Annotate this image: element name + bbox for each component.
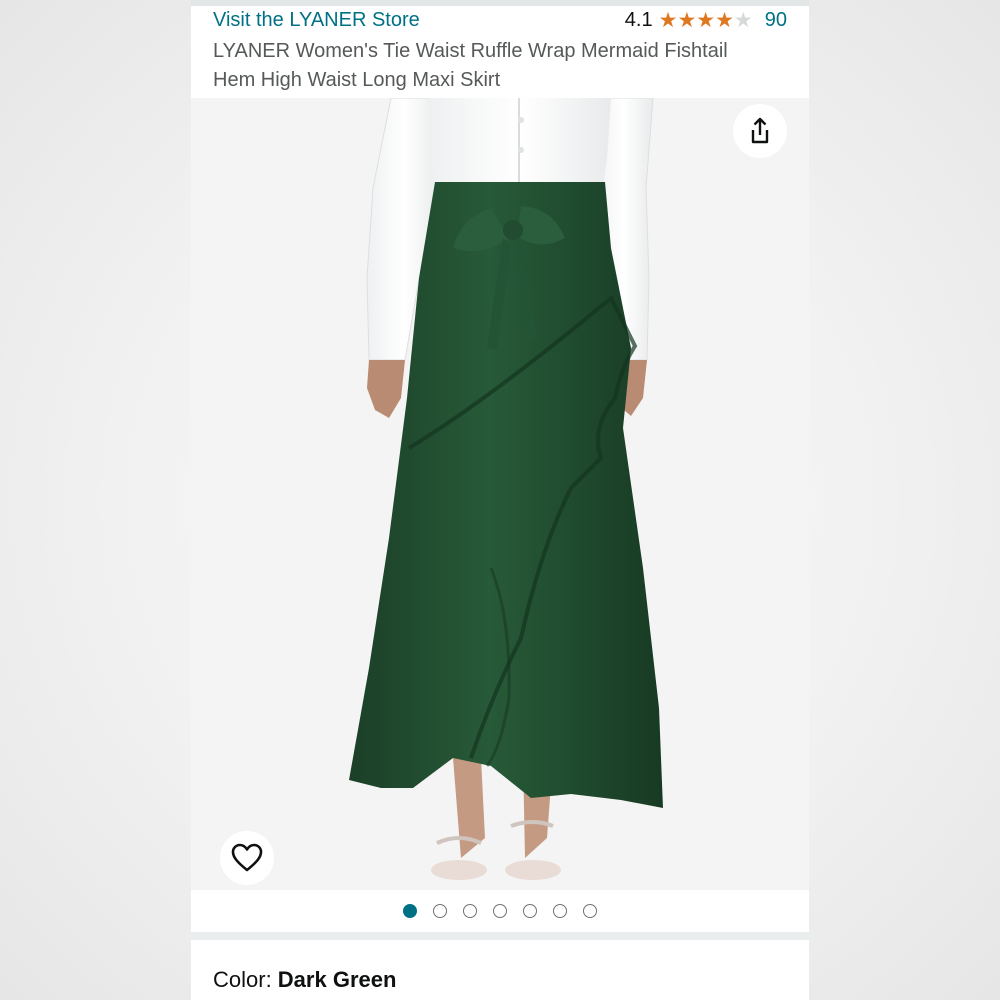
star-icon: ★: [715, 8, 734, 32]
rating-summary[interactable]: 4.1 ★ ★ ★ ★ ★ 90: [625, 9, 787, 32]
product-photo: [191, 98, 809, 890]
product-title: LYANER Women's Tie Waist Ruffle Wrap Mer…: [213, 40, 728, 91]
store-link[interactable]: Visit the LYANER Store: [213, 9, 420, 32]
product-page: Visit the LYANER Store 4.1 ★ ★ ★ ★ ★ 90 …: [191, 0, 809, 1000]
carousel-dot-5[interactable]: [523, 904, 537, 918]
color-value: Dark Green: [277, 967, 397, 992]
color-line: Color: Dark Green: [213, 967, 396, 993]
star-icon: ★: [658, 8, 678, 32]
rating-value: 4.1: [624, 9, 653, 31]
rating-count-link[interactable]: 90: [765, 9, 787, 32]
heart-icon: [231, 843, 263, 872]
carousel-dot-2[interactable]: [433, 904, 447, 918]
section-divider: [191, 932, 809, 940]
rating-stars: ★ ★ ★ ★ ★: [658, 8, 753, 32]
star-icon: ★: [696, 8, 716, 32]
image-carousel-dots: [191, 890, 809, 932]
color-label: Color:: [213, 967, 278, 992]
carousel-dot-1[interactable]: [403, 904, 417, 918]
product-image[interactable]: [191, 98, 809, 890]
product-header: Visit the LYANER Store 4.1 ★ ★ ★ ★ ★ 90 …: [191, 6, 809, 98]
carousel-dot-6[interactable]: [553, 904, 567, 918]
star-empty-icon: ★: [733, 8, 753, 32]
star-icon: ★: [677, 8, 697, 32]
wishlist-button[interactable]: [220, 831, 274, 885]
carousel-dot-4[interactable]: [493, 904, 507, 918]
share-icon: [751, 117, 769, 144]
carousel-dot-3[interactable]: [463, 904, 477, 918]
share-button[interactable]: [733, 104, 787, 158]
color-selector: Color: Dark Green: [191, 940, 809, 1000]
carousel-dot-7[interactable]: [583, 904, 597, 918]
